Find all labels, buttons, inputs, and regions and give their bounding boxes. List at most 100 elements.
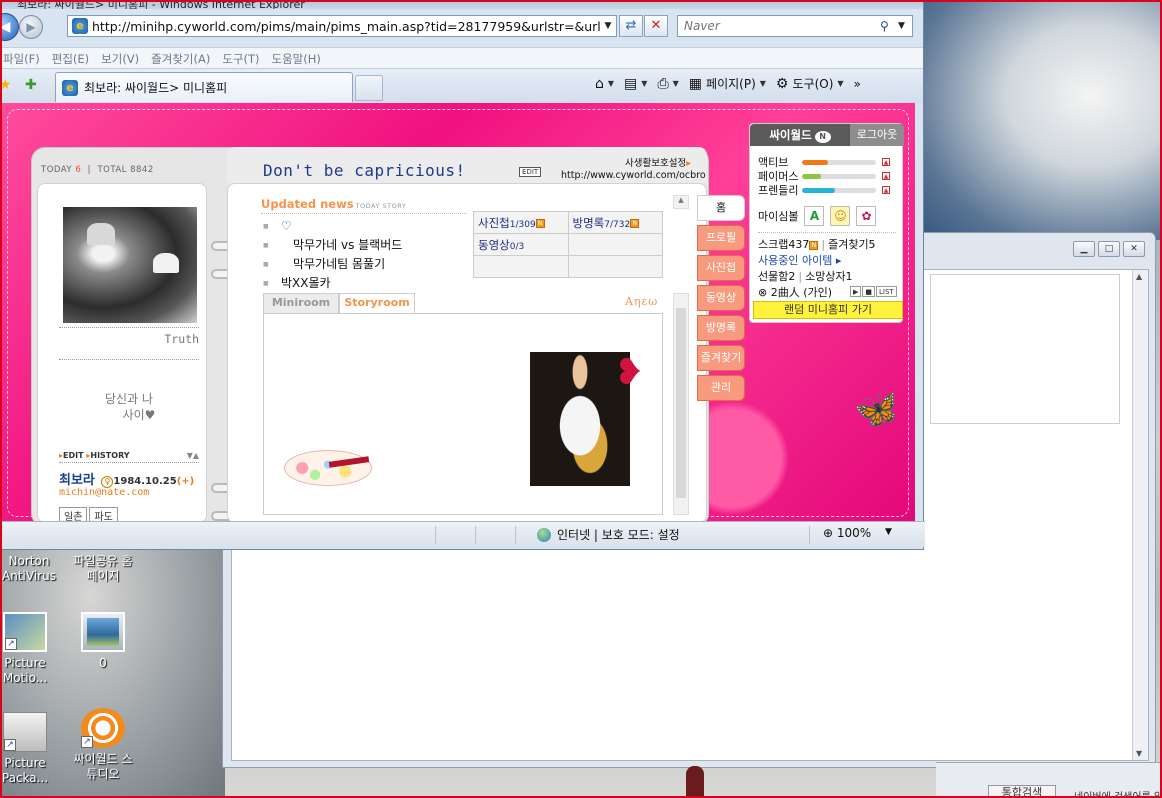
stop-button[interactable]: ✕ — [644, 15, 668, 37]
list-item[interactable]: 박XX몰카 — [263, 274, 402, 293]
ie-window[interactable]: 최보라: 싸이월드> 미니홈피 - Windows Internet Explo… — [0, 0, 925, 550]
search-tab[interactable]: 통합검색 — [988, 785, 1056, 798]
list-item[interactable]: 막무가네 vs 블랙버드 — [263, 236, 402, 255]
address-bar[interactable]: e http://minihp.cyworld.com/pims/main/pi… — [67, 15, 617, 37]
chevron-down-icon[interactable]: ▼ — [837, 79, 843, 88]
chevron-down-icon[interactable]: ▼ — [885, 527, 892, 537]
logout-button[interactable]: 로그아웃 — [850, 124, 904, 146]
list-item[interactable]: ♡ — [263, 217, 402, 236]
ilchon-button[interactable]: 일촌 — [59, 507, 88, 521]
ie-page-icon: e — [62, 79, 78, 96]
using-item[interactable]: 사용중인 아이템 ▸ — [758, 252, 841, 268]
search-input[interactable] — [678, 17, 880, 35]
list-button[interactable]: LIST — [876, 286, 897, 297]
owner-name[interactable]: 최보라 — [59, 473, 95, 488]
chevron-down-icon[interactable]: ▼ — [600, 21, 616, 31]
address-url[interactable]: http://minihp.cyworld.com/pims/main/pims… — [92, 19, 600, 34]
tab-video[interactable]: 동영상 — [697, 285, 745, 311]
desktop-icon-picture-package[interactable]: ↗ Picture Packa... — [0, 712, 60, 786]
minimize-button[interactable]: ▁ — [1073, 241, 1095, 257]
tab-storyroom[interactable]: Storyroom — [339, 293, 415, 313]
tab-home[interactable]: 홈 — [697, 195, 745, 221]
scrap-label[interactable]: 스크랩437 — [758, 238, 809, 251]
back-button[interactable]: ◀ — [0, 13, 19, 41]
chevron-down-icon[interactable]: ▼ — [898, 21, 912, 31]
add-favorite-icon[interactable]: ✚ — [25, 77, 37, 93]
title-edit-button[interactable]: EDIT — [519, 167, 542, 177]
menu-file[interactable]: 파일(F) — [0, 48, 46, 68]
more-icon[interactable]: » — [854, 77, 861, 91]
print-icon[interactable]: ⎙ — [657, 76, 668, 92]
desktop-icon-cyworld-studio[interactable]: ↗ 싸이월드 스튜디오 — [68, 708, 138, 782]
random-minihompy-button[interactable]: 랜덤 미니홈피 가기 — [753, 301, 903, 319]
cyworld-logo[interactable]: 싸이월드 N — [750, 124, 850, 146]
stat-photo[interactable]: 사진첩1/309 N — [473, 211, 569, 234]
close-button[interactable]: ✕ — [1123, 241, 1145, 257]
tools-menu[interactable]: 도구(O) — [792, 75, 833, 92]
bottom-window[interactable]: 통합검색 네이버에 검색어를 입력 — [936, 762, 1162, 798]
new-badge-icon: N — [630, 218, 640, 228]
symbol-a-icon[interactable]: A — [804, 206, 825, 226]
maximize-button[interactable]: □ — [1098, 241, 1120, 257]
gift-label[interactable]: 선물함2 — [758, 270, 795, 283]
chevron-down-icon[interactable]: ▼ — [641, 79, 647, 88]
search-icon[interactable]: ⚲ — [880, 19, 898, 33]
forward-button[interactable]: ▶ — [19, 15, 43, 39]
feeds-icon[interactable]: ▤ — [624, 76, 637, 92]
tab-minihompy[interactable]: e 최보라: 싸이월드> 미니홈피 — [55, 72, 353, 102]
security-zone[interactable]: 인터넷 | 보호 모드: 설정 — [537, 526, 680, 543]
profile-photo[interactable] — [63, 207, 197, 323]
play-icon[interactable]: ▶ — [850, 286, 862, 297]
scroll-down-icon[interactable]: ▼ — [1136, 749, 1142, 758]
tab-miniroom[interactable]: Miniroom — [263, 293, 339, 313]
menu-favorites[interactable]: 즐겨찾기(A) — [145, 48, 216, 68]
desktop-icon-picture-motion[interactable]: ↗ Picture Motio... — [0, 612, 60, 686]
chevron-down-icon[interactable]: ▼ — [673, 79, 679, 88]
home-icon[interactable]: ⌂ — [595, 76, 604, 92]
content-scrollbar[interactable] — [673, 293, 689, 515]
homepage-url[interactable]: http://www.cyworld.com/ocbro — [561, 170, 706, 182]
anew-label[interactable]: Aηεω — [625, 295, 658, 308]
search-box[interactable]: ⚲ ▼ — [677, 15, 913, 37]
desktop-icon-norton[interactable]: Norton AntiVirus — [0, 554, 64, 584]
stat-video[interactable]: 동영상0/3 — [473, 233, 569, 256]
new-tab-button[interactable] — [355, 75, 383, 101]
chevron-down-icon[interactable]: ▼ — [760, 79, 766, 88]
stop-icon[interactable]: ■ — [862, 286, 876, 297]
collapse-icon[interactable]: ▼▲ — [187, 451, 199, 460]
page-menu[interactable]: 페이지(P) — [706, 75, 756, 92]
symbol-shoe-icon[interactable]: ✿ — [856, 206, 877, 226]
scroll-up-icon[interactable]: ▲ — [1136, 272, 1142, 281]
tab-admin[interactable]: 관리 — [697, 375, 745, 401]
tab-photo[interactable]: 사진첩 — [697, 255, 745, 281]
desktop-icon-fileshare[interactable]: 파일공유 홈페이지 — [68, 554, 138, 584]
menu-help[interactable]: 도움말(H) — [266, 48, 327, 68]
arrow-up-icon[interactable]: ▲ — [882, 172, 890, 180]
song-title[interactable]: 2曲人 (가인) — [771, 286, 832, 299]
menu-edit[interactable]: 편집(E) — [46, 48, 95, 68]
edit-link[interactable]: EDIT — [63, 451, 84, 460]
menu-view[interactable]: 보기(V) — [95, 48, 145, 68]
chevron-down-icon[interactable]: ▼ — [608, 79, 614, 88]
fav-label[interactable]: 즐겨찾기5 — [828, 238, 875, 251]
menu-tools[interactable]: 도구(T) — [216, 48, 265, 68]
zoom-control[interactable]: ⊕ 100% — [823, 526, 871, 540]
privacy-link[interactable]: 사생활보호설정 — [625, 158, 686, 169]
arrow-up-icon[interactable]: ▲ — [882, 186, 890, 194]
arrow-up-icon[interactable]: ▲ — [882, 158, 890, 166]
list-item[interactable]: 막무가네팀 몸풀기 — [263, 255, 402, 274]
favorites-star-icon[interactable]: ★ — [0, 77, 12, 93]
history-link[interactable]: HISTORY — [90, 451, 129, 460]
scroll-up-icon[interactable]: ▲ — [673, 195, 689, 209]
tab-bookmarks[interactable]: 즐겨찾기 — [697, 345, 745, 371]
refresh-button[interactable]: ⇄ — [619, 15, 643, 37]
owner-email[interactable]: michin@nate.com — [59, 487, 149, 498]
desktop-icon-0[interactable]: 0 — [68, 612, 138, 671]
wish-label[interactable]: 소망상자1 — [805, 270, 852, 283]
tab-guestbook[interactable]: 방명록 — [697, 315, 745, 341]
scrollbar[interactable]: ▲ ▼ — [1132, 270, 1148, 760]
tab-profile[interactable]: 프로필 — [697, 225, 745, 251]
pado-button[interactable]: 파도 — [89, 507, 118, 521]
stat-guestbook[interactable]: 방명록7/732 N — [567, 211, 663, 234]
symbol-face-icon[interactable]: ☺ — [830, 206, 851, 226]
